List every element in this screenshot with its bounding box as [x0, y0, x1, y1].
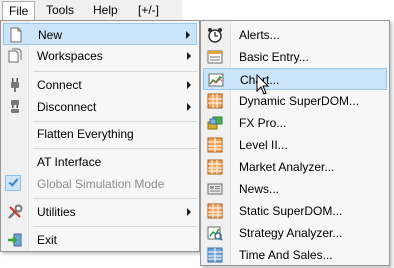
menu-item-label: News...: [239, 182, 280, 196]
disconnect-plug-icon: [7, 99, 23, 115]
menu-item-exit[interactable]: Exit: [3, 229, 197, 251]
time-and-sales-icon: [207, 247, 223, 263]
submenu-item-alerts[interactable]: Alerts...: [203, 24, 387, 46]
menu-file[interactable]: File: [2, 1, 36, 21]
submenu-item-strategy-analyzer[interactable]: Strategy Analyzer...: [203, 222, 387, 244]
menu-item-utilities[interactable]: Utilities: [3, 201, 197, 223]
new-icon: [8, 27, 24, 43]
menu-item-label: Global Simulation Mode: [37, 177, 165, 191]
menu-item-label: Connect: [37, 78, 82, 92]
menu-item-label: FX Pro...: [239, 116, 287, 130]
menu-item-workspaces[interactable]: Workspaces: [3, 45, 197, 67]
submenu-arrow-icon: [187, 81, 191, 89]
submenu-arrow-icon: [186, 31, 190, 39]
menu-item-label: Flatten Everything: [37, 127, 134, 141]
menu-tools[interactable]: Tools: [40, 1, 80, 20]
utilities-icon: [7, 204, 23, 220]
menu-item-label: Alerts...: [239, 28, 280, 42]
fx-pro-icon: [207, 115, 223, 131]
menu-separator: [33, 148, 197, 149]
workspaces-icon: [7, 48, 23, 64]
level-ii-icon: [207, 137, 223, 153]
submenu-item-fx-pro[interactable]: FX Pro...: [203, 112, 387, 134]
new-submenu: Alerts... Basic Entry... Chart... Dynami…: [200, 20, 390, 266]
submenu-item-time-and-sales[interactable]: Time And Sales...: [203, 244, 387, 266]
menu-item-label: Disconnect: [37, 100, 97, 114]
basic-entry-icon: [207, 49, 223, 65]
menu-item-disconnect[interactable]: Disconnect: [3, 96, 197, 118]
file-menu: New Workspaces Connect Disconnect Flatte…: [0, 20, 200, 252]
menu-item-at-interface[interactable]: AT Interface: [3, 151, 197, 173]
menu-item-connect[interactable]: Connect: [3, 74, 197, 96]
submenu-arrow-icon: [187, 208, 191, 216]
menu-item-label: Market Analyzer...: [239, 160, 335, 174]
menu-separator: [33, 121, 197, 122]
news-icon: [207, 181, 223, 197]
dynamic-superdom-icon: [207, 93, 223, 109]
submenu-arrow-icon: [187, 103, 191, 111]
submenu-item-chart[interactable]: Chart...: [203, 68, 387, 90]
connect-plug-icon: [7, 77, 23, 93]
checkmark-icon: [5, 175, 21, 191]
menu-item-new[interactable]: New: [3, 23, 197, 45]
menu-item-label: Time And Sales...: [239, 248, 333, 262]
menu-item-flatten-everything[interactable]: Flatten Everything: [3, 123, 197, 145]
strategy-analyzer-icon: [207, 225, 223, 241]
static-superdom-icon: [207, 203, 223, 219]
menu-item-label: Static SuperDOM...: [239, 204, 343, 218]
menu-expand-collapse[interactable]: [+/-]: [132, 1, 165, 20]
submenu-item-static-superdom[interactable]: Static SuperDOM...: [203, 200, 387, 222]
menu-separator: [33, 226, 197, 227]
submenu-item-basic-entry[interactable]: Basic Entry...: [203, 46, 387, 68]
menu-item-label: New: [38, 28, 63, 42]
submenu-item-market-analyzer[interactable]: Market Analyzer...: [203, 156, 387, 178]
menu-bar: File Tools Help [+/-]: [0, 0, 182, 21]
menu-help[interactable]: Help: [87, 1, 124, 20]
menu-item-label: Strategy Analyzer...: [239, 226, 343, 240]
mouse-cursor-icon: [256, 73, 272, 96]
submenu-item-dynamic-superdom[interactable]: Dynamic SuperDOM...: [203, 90, 387, 112]
menu-item-label: Basic Entry...: [239, 50, 309, 64]
chart-icon: [208, 72, 224, 88]
menu-item-label: AT Interface: [37, 155, 102, 169]
menu-separator: [33, 71, 197, 72]
menu-item-global-simulation-mode[interactable]: Global Simulation Mode: [3, 173, 197, 195]
menu-item-label: Workspaces: [37, 49, 103, 63]
submenu-item-level-ii[interactable]: Level II...: [203, 134, 387, 156]
submenu-arrow-icon: [187, 52, 191, 60]
menu-item-label: Utilities: [37, 205, 76, 219]
submenu-item-news[interactable]: News...: [203, 178, 387, 200]
menu-item-label: Level II...: [239, 138, 288, 152]
menu-item-label: Exit: [37, 233, 58, 247]
exit-icon: [7, 232, 23, 248]
market-analyzer-icon: [207, 159, 223, 175]
alarm-clock-icon: [207, 27, 223, 43]
menu-separator: [33, 198, 197, 199]
